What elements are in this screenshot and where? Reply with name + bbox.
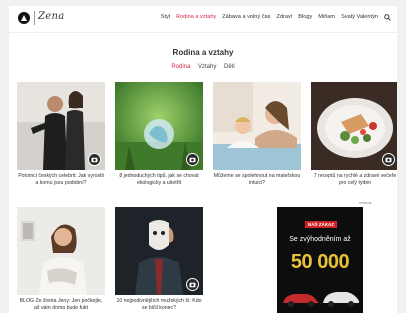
- nav-item-minam[interactable]: Miňam: [318, 14, 335, 23]
- logo-text[interactable]: Zena: [38, 11, 64, 22]
- nav-item-zabava[interactable]: Zábava a volný čas: [222, 14, 270, 23]
- article-card[interactable]: 8 jednoduchých tipů, jak se chovat ekolo…: [115, 82, 203, 186]
- search-icon[interactable]: [384, 14, 391, 23]
- page: Zena Styl Rodina a vztahy Zábava a volný…: [9, 6, 397, 313]
- logo-divider: [34, 11, 35, 25]
- nav-item-valentyn[interactable]: Svatý Valentýn: [341, 14, 378, 23]
- article-caption[interactable]: 7 receptů na rychlé a zdravé večeře pro …: [311, 173, 397, 186]
- article-image-mother-child[interactable]: [213, 82, 301, 170]
- tab-rodina[interactable]: Rodina: [171, 64, 190, 70]
- article-image-celebrity-kids[interactable]: [17, 82, 105, 170]
- tab-deti[interactable]: Děti: [224, 64, 235, 70]
- nav-item-rodina-a-vztahy[interactable]: Rodina a vztahy: [176, 14, 216, 23]
- article-image-dinner[interactable]: [311, 82, 397, 170]
- article-card[interactable]: Potomci českých celebrit: Jak vyrostli a…: [17, 82, 105, 186]
- ad-headline: Se zvýhodněním až: [289, 236, 351, 243]
- main-nav: Styl Rodina a vztahy Zábava a volný čas …: [161, 14, 391, 23]
- article-card[interactable]: Můžeme se spolehnout na mateřskou intuic…: [213, 82, 301, 186]
- article-caption[interactable]: BLOG Ze života Jeny: Jen počkejte, až vá…: [17, 298, 105, 311]
- logo-icon[interactable]: [18, 12, 30, 24]
- tab-vztahy[interactable]: Vztahy: [198, 64, 216, 70]
- camera-icon: [382, 153, 395, 166]
- ad-badge: NÁŠ ZÁKAZ: [305, 221, 337, 228]
- nav-item-styl[interactable]: Styl: [161, 14, 170, 23]
- article-image-ecology[interactable]: [115, 82, 203, 170]
- nav-item-blogy[interactable]: Blogy: [298, 14, 312, 23]
- car-icon: [283, 292, 359, 307]
- ad-label: reklama: [359, 201, 372, 205]
- article-caption[interactable]: Můžeme se spolehnout na mateřskou intuic…: [213, 173, 301, 186]
- page-title: Rodina a vztahy: [172, 48, 234, 57]
- article-card[interactable]: 10 nejpodivnějších mužských ší: Kdo se b…: [115, 207, 203, 311]
- camera-icon: [88, 153, 101, 166]
- site-header: Zena Styl Rodina a vztahy Zábava a volný…: [9, 6, 397, 33]
- article-caption[interactable]: 10 nejpodivnějších mužských ší: Kdo se b…: [115, 298, 203, 311]
- article-caption[interactable]: 8 jednoduchých tipů, jak se chovat ekolo…: [115, 173, 203, 186]
- subtabs: Rodina Vztahy Děti: [9, 64, 397, 70]
- article-caption[interactable]: Potomci českých celebrit: Jak vyrostli a…: [17, 173, 105, 186]
- ad-amount: 50 000: [290, 251, 350, 273]
- article-image-masked-man[interactable]: [115, 207, 203, 295]
- camera-icon: [186, 278, 199, 291]
- article-card[interactable]: 7 receptů na rychlé a zdravé večeře pro …: [311, 82, 397, 186]
- article-card[interactable]: BLOG Ze života Jeny: Jen počkejte, až vá…: [17, 207, 105, 311]
- camera-icon: [186, 153, 199, 166]
- nav-item-zdravi[interactable]: Zdraví: [276, 14, 292, 23]
- ad-banner[interactable]: NÁŠ ZÁKAZ Se zvýhodněním až 50 000: [277, 207, 363, 313]
- article-image-blog-woman[interactable]: [17, 207, 105, 295]
